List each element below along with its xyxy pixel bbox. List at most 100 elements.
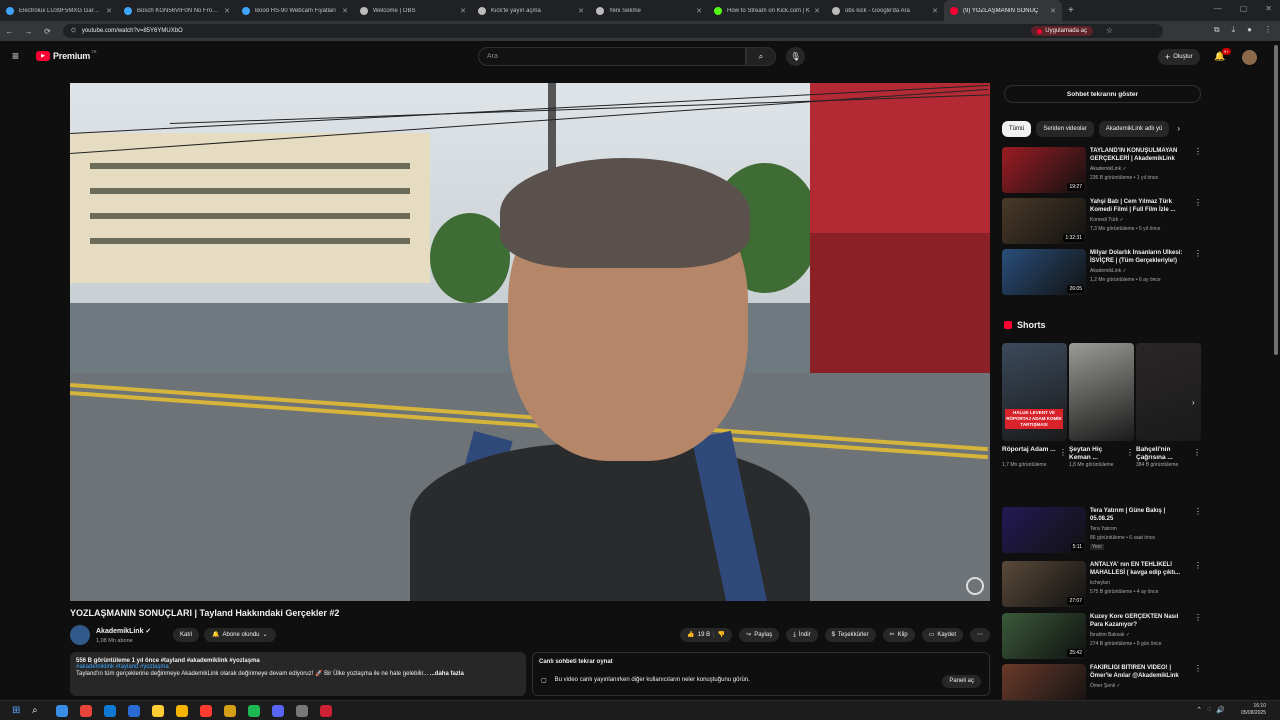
browser-tab[interactable]: Welcome | OBS ✕	[354, 0, 472, 21]
recommended-video[interactable]: 26:05 Milyar Dolarlık İnsanların Ülkesi: …	[1002, 249, 1202, 295]
taskbar-app-icon[interactable]	[152, 705, 164, 717]
filter-chip[interactable]: Tümü	[1002, 121, 1032, 137]
recommended-video[interactable]: 25:42 Kuzey Kore GERÇEKTEN Nasıl Para Kaz…	[1002, 613, 1202, 659]
short-thumbnail[interactable]: HALUK LEVENT VE RÖPORTAJ ADAM KOMİK TART…	[1002, 343, 1067, 441]
share-button[interactable]: ↪ Paylaş	[739, 628, 780, 642]
video-thumbnail[interactable]: 19:27	[1002, 147, 1086, 193]
subscribed-button[interactable]: 🔔 Abone olundu ⌄	[204, 628, 276, 642]
more-options-icon[interactable]: ⋮	[1194, 664, 1202, 673]
taskbar-search-icon[interactable]: ⌕	[32, 705, 44, 717]
tray-chevron-icon[interactable]: ⌃	[1196, 706, 1202, 714]
chips-next-icon[interactable]: ›	[1177, 121, 1180, 137]
browser-tab[interactable]: How to Stream on Kick.com | K ✕	[708, 0, 826, 21]
url-field[interactable]: ⛭ youtube.com/watch?v=85Y6YMUXbO Uygulam…	[63, 24, 1163, 38]
close-tab-icon[interactable]: ✕	[460, 7, 466, 15]
browser-tab[interactable]: Bosch KGN56VIF0N No Frost K ✕	[118, 0, 236, 21]
taskbar-app-icon[interactable]	[296, 705, 308, 717]
description-box[interactable]: 556 B görüntüleme 1 yıl önce #tayland #a…	[70, 652, 526, 696]
taskbar-app-icon[interactable]	[224, 705, 236, 717]
browser-tab[interactable]: Kick'te yayın açma ✕	[472, 0, 590, 21]
account-avatar[interactable]	[1242, 50, 1257, 65]
taskbar-app-icon[interactable]	[56, 705, 68, 717]
like-button[interactable]: 👍 19 B | 👎	[680, 628, 733, 642]
minimize-icon[interactable]: —	[1214, 4, 1222, 13]
open-panel-button[interactable]: Paneli aç	[942, 675, 981, 688]
browser-tab[interactable]: Yeni Sekme ✕	[590, 0, 708, 21]
save-button[interactable]: ▭ Kaydet	[921, 628, 963, 642]
more-options-icon[interactable]: ⋮	[1194, 507, 1202, 516]
hamburger-menu-icon[interactable]: ≡	[12, 50, 19, 62]
youtube-premium-logo[interactable]: ▶ Premium TR	[36, 49, 96, 61]
page-scrollbar[interactable]	[1274, 45, 1278, 355]
close-tab-icon[interactable]: ✕	[696, 7, 702, 15]
close-tab-icon[interactable]: ✕	[932, 7, 938, 15]
channel-avatar[interactable]	[70, 625, 90, 645]
open-in-app-button[interactable]: Uygulamada aç	[1031, 26, 1093, 36]
more-options-icon[interactable]: ⋮	[1194, 147, 1202, 156]
show-chat-replay-button[interactable]: Sohbet tekrarını göster	[1004, 85, 1201, 103]
clip-button[interactable]: ✂ Klip	[882, 628, 915, 642]
reload-icon[interactable]: ⟳	[38, 27, 57, 36]
site-info-icon[interactable]: ⛭	[71, 28, 76, 35]
taskbar-app-icon[interactable]	[104, 705, 116, 717]
video-thumbnail[interactable]: 1:32:31	[1002, 198, 1086, 244]
close-tab-icon[interactable]: ✕	[342, 7, 348, 15]
taskbar-app-icon[interactable]	[200, 705, 212, 717]
thumbs-down-icon[interactable]: 👎	[718, 628, 725, 642]
search-button[interactable]: ⌕	[746, 47, 776, 66]
short-item[interactable]: Şeytan Hiç Keman ... 1,8 Mn görüntüleme ⋮	[1069, 343, 1134, 469]
filter-chip[interactable]: AkademikLink adlı yü	[1098, 121, 1170, 137]
join-button[interactable]: Katıl	[173, 628, 200, 642]
taskbar-app-icon[interactable]	[176, 705, 188, 717]
new-tab-icon[interactable]: +	[1068, 5, 1074, 16]
maximize-icon[interactable]: ▢	[1240, 4, 1248, 13]
volume-icon[interactable]: 🔊	[1216, 706, 1225, 714]
thanks-button[interactable]: $ Teşekkürler	[824, 628, 876, 642]
show-more-link[interactable]: ...daha fazla	[430, 671, 464, 677]
taskbar-app-icon[interactable]	[80, 705, 92, 717]
more-options-icon[interactable]: ⋮	[1194, 561, 1202, 570]
recommended-video[interactable]: 1:32:31 Yahşi Batı | Cem Yılmaz Türk Kome…	[1002, 198, 1202, 244]
more-options-icon[interactable]: ⋮	[1193, 448, 1201, 457]
video-thumbnail[interactable]: 27:07	[1002, 561, 1086, 607]
recommended-video[interactable]: 27:07 ANTALYA' nın EN TEHLİKELİ MAHALLESİ…	[1002, 561, 1202, 607]
download-icon[interactable]: ⤓	[1232, 25, 1236, 35]
browser-menu-icon[interactable]: ⋮	[1264, 25, 1272, 35]
browser-tab[interactable]: Bood HS-90 Webcam Fiyatları ✕	[236, 0, 354, 21]
download-button[interactable]: ⤓ İndir	[786, 628, 818, 642]
video-thumbnail[interactable]: 25:42	[1002, 613, 1086, 659]
taskbar-app-icon[interactable]	[320, 705, 332, 717]
channel-name[interactable]: AkademikLink ✓	[96, 627, 151, 635]
more-options-icon[interactable]: ⋮	[1126, 448, 1134, 457]
create-button[interactable]: + Oluştur	[1158, 49, 1200, 65]
search-input[interactable]: Ara	[478, 47, 746, 66]
windows-start-icon[interactable]: ⊞	[12, 705, 24, 717]
more-options-icon[interactable]: ⋮	[1194, 613, 1202, 622]
more-actions-button[interactable]: ⋯	[970, 628, 990, 642]
browser-tab[interactable]: (9) YOZLAŞMANIN SONUÇ ✕	[944, 0, 1062, 21]
forward-icon[interactable]: →	[19, 27, 38, 36]
browser-tab[interactable]: Electrolux LU39F5MXG Gardıro ✕	[0, 0, 118, 21]
close-tab-icon[interactable]: ✕	[224, 7, 230, 15]
profile-icon[interactable]: ●	[1247, 25, 1252, 35]
recommended-video[interactable]: 19:27 TAYLAND'IN KONUŞULMAYAN GERÇEKLERİ …	[1002, 147, 1202, 193]
shorts-next-icon[interactable]: ›	[1192, 398, 1195, 407]
filter-chip[interactable]: Seriden videolar	[1036, 121, 1094, 137]
recommended-video[interactable]: 5:11 Tera Yatırım | Güne Bakış | 05.08.25…	[1002, 507, 1202, 553]
bookmark-star-icon[interactable]: ☆	[1106, 26, 1113, 35]
close-tab-icon[interactable]: ✕	[814, 7, 820, 15]
browser-tab[interactable]: obs kick - Google'da Ara ✕	[826, 0, 944, 21]
network-icon[interactable]: ◌	[1207, 706, 1211, 714]
short-item[interactable]: HALUK LEVENT VE RÖPORTAJ ADAM KOMİK TART…	[1002, 343, 1067, 469]
video-thumbnail[interactable]: 5:11	[1002, 507, 1086, 553]
more-options-icon[interactable]: ⋮	[1194, 249, 1202, 258]
taskbar-app-icon[interactable]	[248, 705, 260, 717]
extensions-icon[interactable]: ⧉	[1214, 25, 1220, 35]
taskbar-app-icon[interactable]	[128, 705, 140, 717]
voice-search-button[interactable]: 🎙	[786, 47, 805, 66]
close-tab-icon[interactable]: ✕	[578, 7, 584, 15]
video-player[interactable]	[70, 83, 990, 601]
taskbar-clock[interactable]: 16:10 05/08/2025	[1241, 703, 1266, 717]
more-options-icon[interactable]: ⋮	[1059, 448, 1067, 457]
short-thumbnail[interactable]	[1069, 343, 1134, 441]
